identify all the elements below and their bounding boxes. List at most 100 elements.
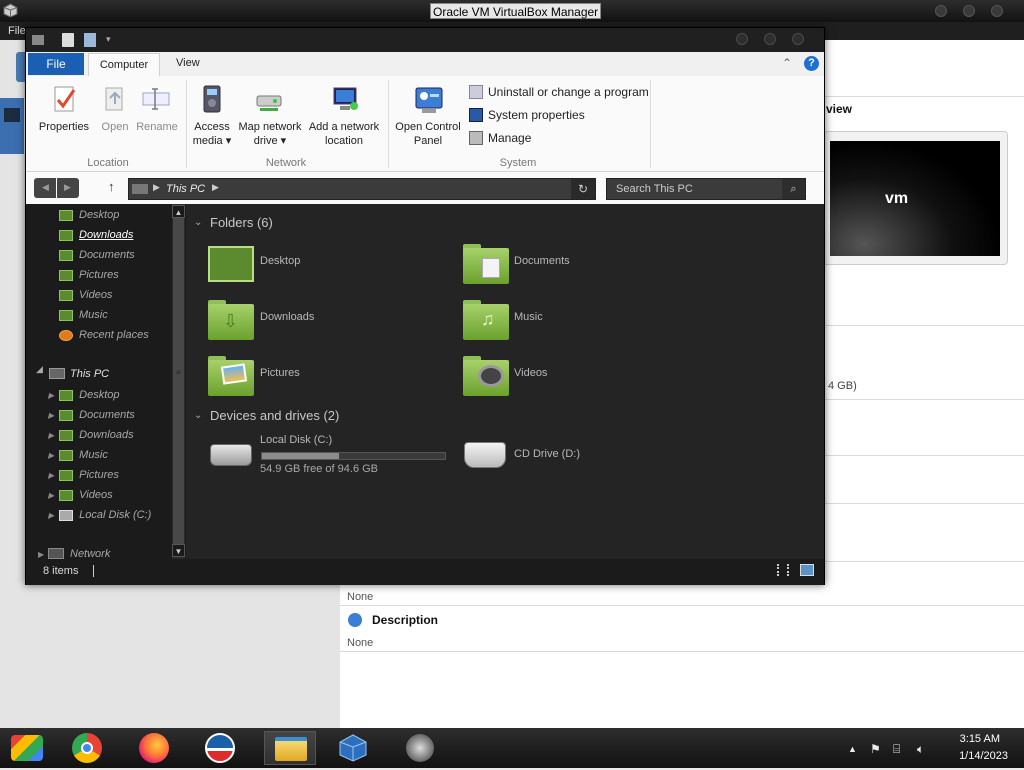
nav-item-pc-documents[interactable]: ▶ Documents (48, 405, 151, 425)
taskbar-chrome-remote-desktop[interactable] (4, 731, 50, 765)
chevron-down-icon[interactable]: ◢ (36, 364, 43, 375)
explorer-app-icon[interactable] (32, 35, 44, 45)
divider (340, 651, 1024, 652)
system-properties-button[interactable]: System properties (488, 108, 585, 122)
expand-arrow-icon[interactable]: ▶ (48, 511, 54, 520)
vm-list-item[interactable] (0, 98, 24, 154)
tab-view[interactable]: View (176, 57, 200, 69)
ribbon-separator (388, 80, 389, 168)
quick-access-dropdown-icon[interactable]: ▾ (106, 34, 111, 45)
nav-scrollbar-thumb[interactable] (173, 218, 184, 548)
properties-quick-icon[interactable] (62, 33, 74, 47)
action-center-flag-icon[interactable]: ⚑ (870, 742, 881, 756)
minimize-button[interactable] (935, 5, 947, 17)
explorer-minimize-button[interactable] (736, 33, 748, 45)
nav-item-recent-places[interactable]: Recent places (59, 325, 149, 345)
help-icon[interactable]: ? (804, 56, 819, 71)
uninstall-program-button[interactable]: Uninstall or change a program (488, 85, 649, 99)
rename-button[interactable]: Rename (134, 120, 180, 134)
add-network-location-label-2[interactable]: location (306, 134, 382, 148)
add-network-location-label-1[interactable]: Add a network (306, 120, 382, 134)
nav-item-pc-downloads[interactable]: ▶ Downloads (48, 425, 151, 445)
breadcrumb-this-pc[interactable]: This PC (166, 183, 205, 195)
tab-computer[interactable]: Computer (88, 53, 160, 77)
access-media-icon (203, 85, 221, 113)
clock-date[interactable]: 1/14/2023 (930, 750, 1008, 762)
up-arrow-icon[interactable]: ↑ (108, 179, 115, 194)
folders-group-header[interactable]: Folders (6) (210, 215, 273, 230)
folder-music[interactable]: Music (514, 311, 543, 323)
nav-item-pc-music[interactable]: ▶ Music (48, 445, 151, 465)
maximize-button[interactable] (963, 5, 975, 17)
scroll-up-icon[interactable]: ▲ (172, 205, 185, 218)
menu-file[interactable]: File (8, 25, 26, 37)
videos-folder-icon (59, 489, 74, 501)
expand-arrow-icon[interactable]: ▶ (48, 411, 54, 420)
nav-item-pc-pictures[interactable]: ▶ Pictures (48, 465, 151, 485)
large-icons-view-icon[interactable] (800, 564, 814, 576)
expand-arrow-icon[interactable]: ▶ (48, 451, 54, 460)
volume-icon[interactable]: 🔈︎ (917, 742, 924, 757)
chrome-remote-desktop-icon (11, 735, 43, 761)
virtualbox-icon (3, 3, 18, 18)
nav-item-pc-videos[interactable]: ▶ Videos (48, 485, 151, 505)
taskbar-speaker[interactable] (398, 731, 444, 765)
properties-button[interactable]: Properties (34, 120, 94, 134)
folder-documents[interactable]: Documents (514, 255, 570, 267)
folder-videos[interactable]: Videos (514, 367, 547, 379)
control-panel-label-1[interactable]: Open Control (390, 120, 466, 134)
breadcrumb-chevron-icon[interactable]: ▶ (212, 182, 219, 193)
manage-button[interactable]: Manage (488, 131, 531, 145)
scroll-down-icon[interactable]: ▼ (172, 544, 185, 557)
nav-item-desktop[interactable]: Desktop (59, 205, 149, 225)
documents-folder-icon (59, 409, 74, 421)
chevron-down-icon[interactable]: ⌄ (194, 217, 202, 228)
nav-label: Desktop (79, 389, 120, 401)
tab-file[interactable]: File (28, 53, 84, 75)
nav-item-music[interactable]: Music (59, 305, 149, 325)
nav-item-this-pc[interactable]: This PC (70, 364, 109, 384)
explorer-maximize-button[interactable] (764, 33, 776, 45)
chevron-up-icon[interactable]: ⌃ (782, 56, 792, 70)
taskbar-obama-logo[interactable] (198, 731, 244, 765)
explorer-close-button[interactable] (792, 33, 804, 45)
access-media-label-1[interactable]: Access (188, 120, 236, 134)
map-network-drive-label-1[interactable]: Map network (234, 120, 306, 134)
folder-downloads[interactable]: Downloads (260, 311, 314, 323)
expand-arrow-icon[interactable]: ▶ (48, 391, 54, 400)
nav-item-documents[interactable]: Documents (59, 245, 149, 265)
details-view-icon[interactable] (777, 564, 789, 576)
nav-item-downloads[interactable]: Downloads (59, 225, 149, 245)
access-media-label-2[interactable]: media ▾ (188, 134, 236, 148)
description-heading[interactable]: Description (372, 613, 438, 627)
search-icon[interactable]: ⌕ (782, 179, 805, 199)
folder-pictures[interactable]: Pictures (260, 367, 300, 379)
map-network-drive-label-2[interactable]: drive ▾ (234, 134, 306, 148)
taskbar-firefox[interactable] (132, 731, 178, 765)
nav-item-pictures[interactable]: Pictures (59, 265, 149, 285)
nav-item-pc-local-disk[interactable]: ▶ Local Disk (C:) (48, 505, 151, 525)
open-button[interactable]: Open (96, 120, 134, 134)
nav-item-videos[interactable]: Videos (59, 285, 149, 305)
tray-chevron-up-icon[interactable]: ▲ (848, 744, 857, 754)
nav-item-pc-desktop[interactable]: ▶ Desktop (48, 385, 151, 405)
folder-desktop[interactable]: Desktop (260, 255, 300, 267)
expand-arrow-icon[interactable]: ▶ (48, 491, 54, 500)
drive-d-name[interactable]: CD Drive (D:) (514, 448, 580, 460)
clock-time[interactable]: 3:15 AM (930, 733, 1000, 745)
drive-c-name[interactable]: Local Disk (C:) (260, 434, 332, 446)
taskbar-virtualbox[interactable] (330, 731, 376, 765)
refresh-icon[interactable]: ↻ (571, 179, 595, 199)
expand-arrow-icon[interactable]: ▶ (48, 431, 54, 440)
new-folder-quick-icon[interactable] (84, 33, 96, 47)
control-panel-label-2[interactable]: Panel (390, 134, 466, 148)
network-tray-icon[interactable]: ⌸ (893, 742, 900, 757)
drives-group-header[interactable]: Devices and drives (2) (210, 408, 339, 423)
breadcrumb-chevron-icon[interactable]: ▶ (153, 182, 160, 193)
taskbar-file-explorer[interactable] (264, 731, 316, 765)
taskbar-chrome[interactable] (65, 731, 111, 765)
close-button[interactable] (991, 5, 1003, 17)
chevron-down-icon[interactable]: ⌄ (194, 410, 202, 421)
expand-arrow-icon[interactable]: ▶ (38, 550, 44, 559)
expand-arrow-icon[interactable]: ▶ (48, 471, 54, 480)
